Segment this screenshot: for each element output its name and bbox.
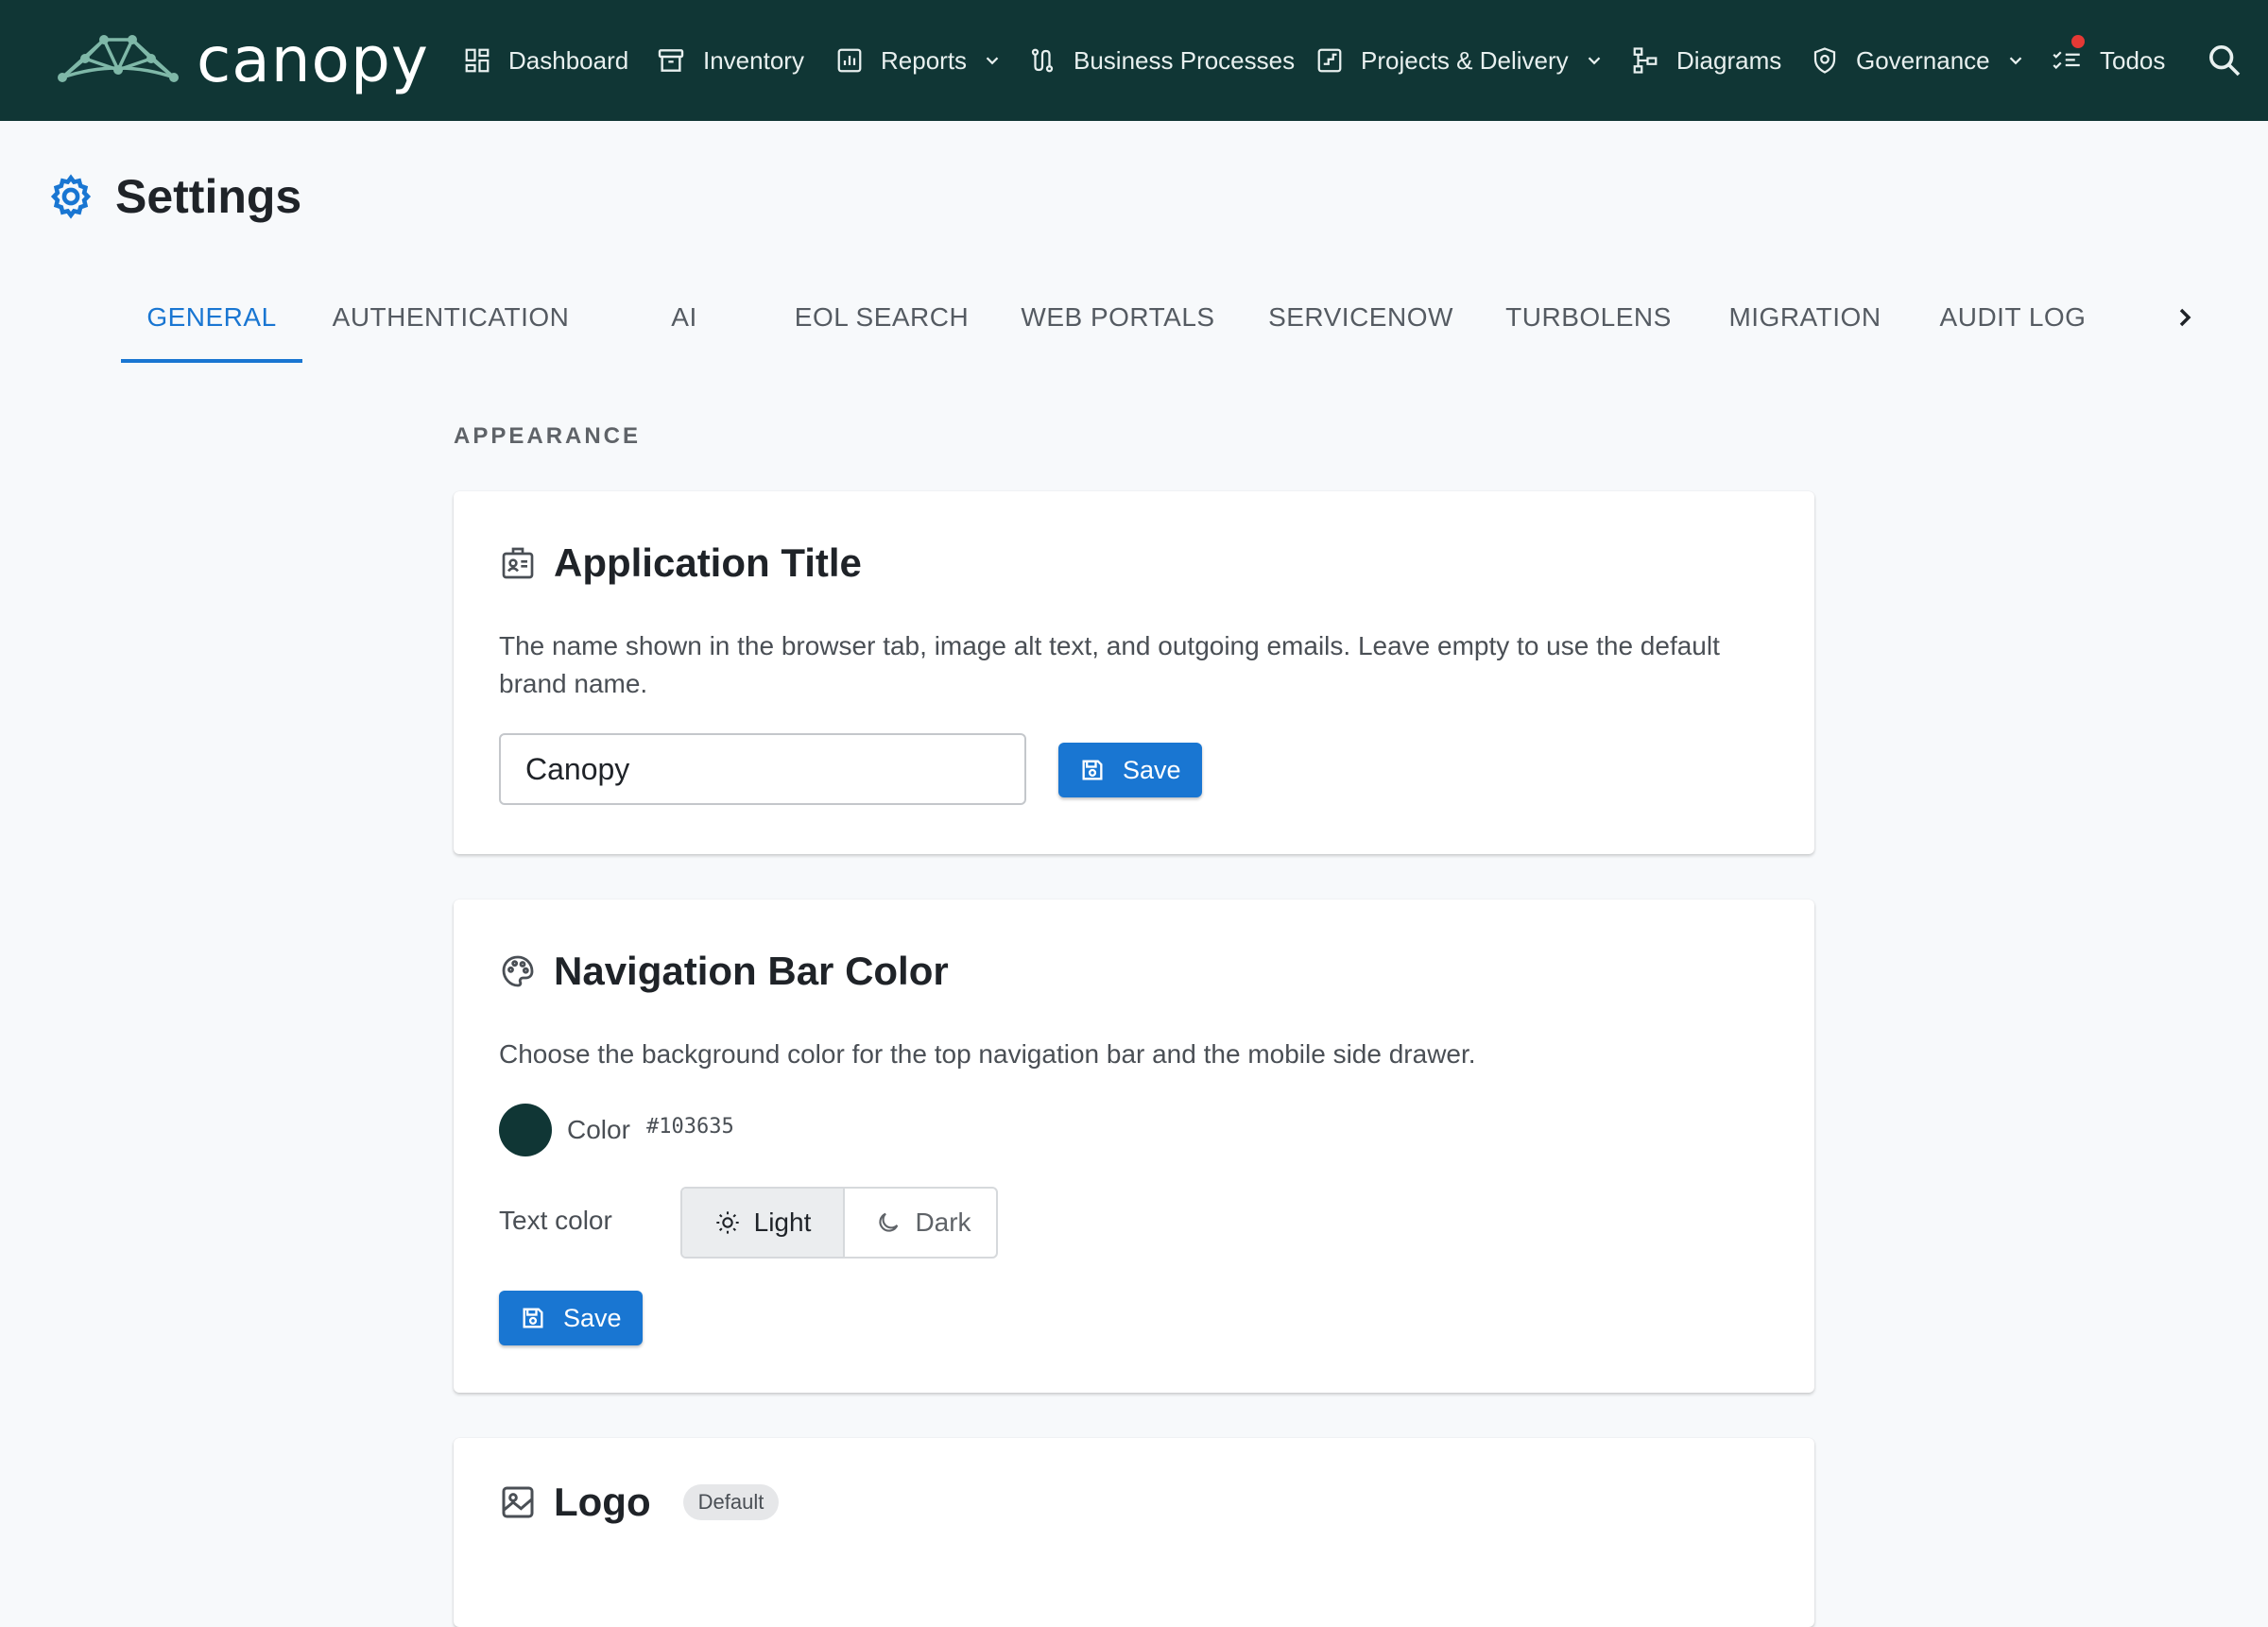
nav-diagrams[interactable]: Diagrams: [1631, 0, 1781, 121]
moon-icon: [879, 1212, 899, 1232]
nav-todos-label: Todos: [2100, 45, 2166, 75]
save-button-label: Save: [1123, 755, 1181, 784]
tab-authentication[interactable]: AUTHENTICATION: [318, 274, 584, 361]
tab-ai[interactable]: AI: [601, 274, 767, 361]
nav-dashboard[interactable]: Dashboard: [463, 0, 628, 121]
card-header: Logo Default: [499, 1480, 780, 1525]
text-color-light-option[interactable]: Light: [682, 1189, 845, 1257]
light-option-label: Light: [753, 1207, 812, 1237]
palette-icon: [502, 955, 534, 987]
nav-governance[interactable]: Governance: [1811, 0, 2026, 121]
save-button[interactable]: Save: [499, 1291, 643, 1345]
tab-general[interactable]: GENERAL: [121, 274, 302, 361]
nav-inventory-label: Inventory: [703, 45, 804, 75]
gear-icon: [50, 174, 92, 219]
nav-governance-label: Governance: [1856, 45, 1990, 75]
section-label-appearance: APPEARANCE: [454, 423, 642, 449]
nav-projects-delivery-label: Projects & Delivery: [1361, 45, 1569, 75]
page-header: Settings: [47, 168, 301, 225]
governance-icon: [1813, 47, 1836, 74]
image-icon: [502, 1486, 534, 1518]
card-header: Navigation Bar Color: [499, 949, 949, 994]
default-badge: Default: [682, 1484, 780, 1520]
nav-reports[interactable]: Reports: [835, 0, 1003, 121]
nav-todos[interactable]: Todos: [2051, 0, 2165, 121]
top-navigation-bar: canopy Dashboard Inventory Reports Busin…: [0, 0, 2268, 121]
card-title: Application Title: [554, 540, 862, 585]
process-icon: [1031, 48, 1054, 73]
inventory-icon: [658, 49, 684, 72]
tab-migration[interactable]: MIGRATION: [1710, 274, 1899, 361]
nav-projects-delivery[interactable]: Projects & Delivery: [1315, 0, 1605, 121]
chevron-right-icon: [2179, 308, 2191, 327]
active-tab-indicator: [121, 359, 302, 363]
save-button[interactable]: Save: [1058, 743, 1202, 797]
reports-icon: [837, 48, 862, 73]
dark-option-label: Dark: [915, 1207, 971, 1237]
text-color-dark-option[interactable]: Dark: [845, 1189, 996, 1257]
todos-icon: [2053, 51, 2080, 70]
application-title-input[interactable]: [499, 733, 1026, 805]
tabs-scroll-right-button[interactable]: [2170, 295, 2200, 340]
color-label: Color: [567, 1115, 630, 1144]
save-button-label: Save: [563, 1303, 622, 1332]
sun-icon: [715, 1211, 739, 1234]
settings-tabs: GENERAL AUTHENTICATION AI EOL SEARCH WEB…: [0, 274, 2268, 365]
logo-card: Logo Default: [454, 1438, 1814, 1627]
search-icon: [2209, 45, 2241, 77]
tab-audit-log[interactable]: AUDIT LOG: [1928, 274, 2098, 361]
nav-diagrams-label: Diagrams: [1676, 45, 1782, 75]
brand-name: canopy: [197, 24, 429, 96]
chevron-down-icon: [1588, 57, 1600, 65]
text-color-toggle: Light Dark: [680, 1187, 998, 1259]
navigation-bar-color-card: Navigation Bar Color Choose the backgrou…: [454, 899, 1814, 1393]
text-color-label: Text color: [499, 1206, 612, 1235]
card-description: Choose the background color for the top …: [499, 1039, 1476, 1069]
id-badge-icon: [502, 547, 534, 579]
tab-web-portals[interactable]: WEB PORTALS: [1011, 274, 1225, 361]
chevron-down-icon: [986, 57, 999, 65]
save-icon: [1082, 760, 1103, 780]
canopy-logo-icon: [58, 35, 179, 82]
chevron-down-icon: [2009, 57, 2021, 65]
color-hex-value: #103635: [646, 1115, 734, 1139]
nav-business-processes[interactable]: Business Processes: [1028, 0, 1295, 121]
card-description: The name shown in the browser tab, image…: [499, 631, 1720, 698]
card-title: Logo: [554, 1480, 651, 1524]
tab-eol-search[interactable]: EOL SEARCH: [781, 274, 983, 361]
nav-inventory[interactable]: Inventory: [656, 0, 804, 121]
search-button[interactable]: [2206, 42, 2243, 79]
application-title-card: Application Title The name shown in the …: [454, 491, 1814, 854]
tab-servicenow[interactable]: SERVICENOW: [1253, 274, 1469, 361]
nav-dashboard-label: Dashboard: [508, 45, 629, 75]
color-swatch[interactable]: [499, 1104, 552, 1156]
page-title: Settings: [115, 170, 302, 223]
dashboard-icon: [465, 48, 490, 73]
brand-logo[interactable]: canopy: [57, 26, 429, 94]
diagrams-icon: [1633, 47, 1658, 74]
card-title: Navigation Bar Color: [554, 949, 949, 993]
card-header: Application Title: [499, 540, 862, 586]
nav-business-processes-label: Business Processes: [1074, 45, 1296, 75]
save-icon: [523, 1308, 543, 1328]
notification-dot: [2071, 35, 2085, 48]
nav-reports-label: Reports: [881, 45, 968, 75]
projects-icon: [1317, 48, 1342, 73]
tab-turbolens[interactable]: TURBOLENS: [1499, 274, 1678, 361]
